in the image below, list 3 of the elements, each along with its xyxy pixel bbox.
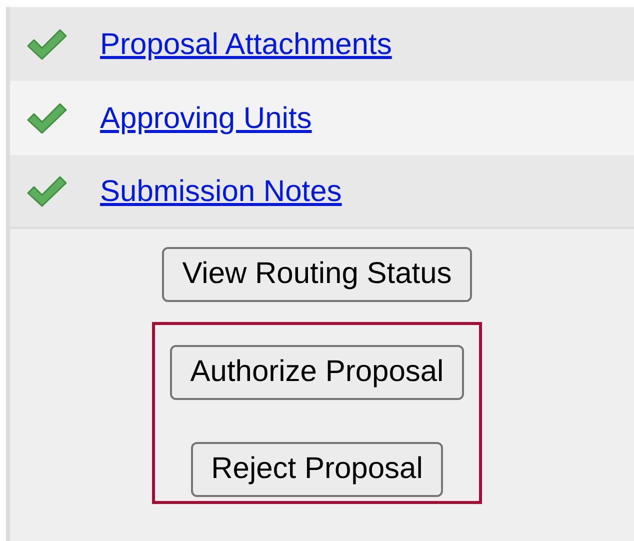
action-button[interactable]: Reject Proposal [191, 442, 443, 497]
view-routing-status-button[interactable]: View Routing Status [162, 247, 472, 302]
action-button[interactable]: Authorize Proposal [170, 345, 464, 400]
